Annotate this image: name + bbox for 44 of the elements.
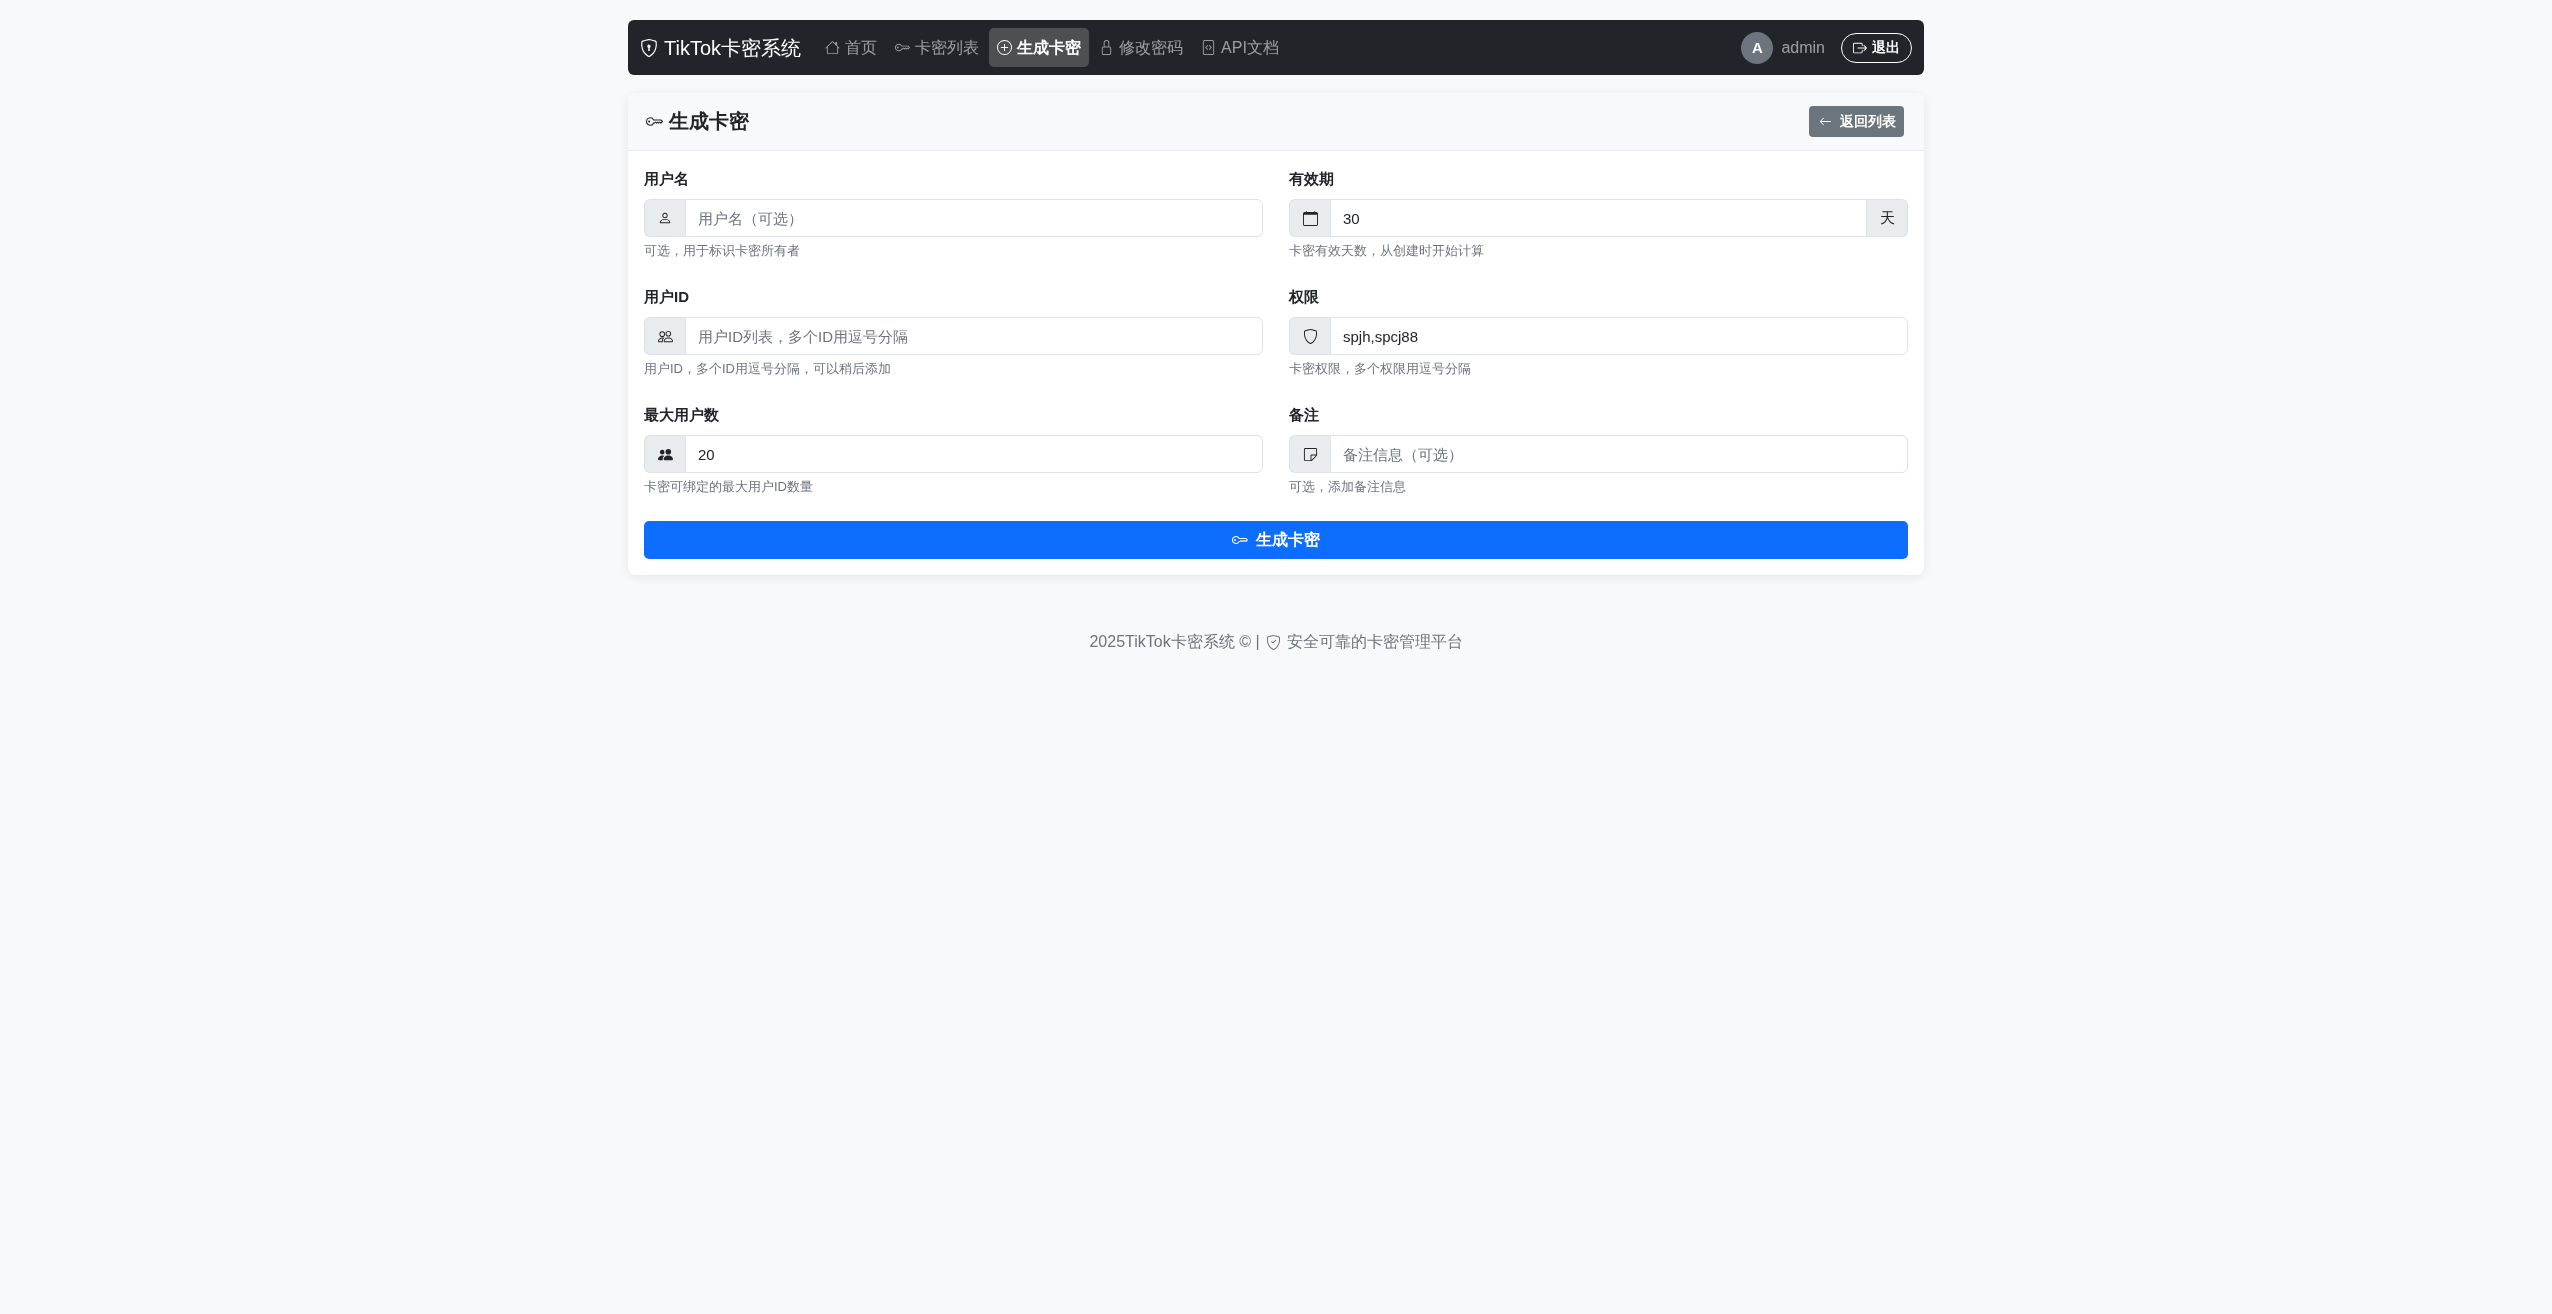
shield-lock-icon: [640, 38, 658, 57]
avatar: A: [1741, 31, 1774, 64]
help-text: 可选，添加备注信息: [1289, 478, 1407, 496]
people-icon: [657, 328, 673, 344]
note-icon: [1302, 446, 1318, 462]
help-text: 卡密权限，多个权限用逗号分隔: [1289, 360, 1472, 378]
input-field[interactable]: 20: [685, 435, 1263, 473]
help-text: 卡密可绑定的最大用户ID数量: [644, 478, 814, 496]
field-label: 最大用户数: [644, 405, 720, 425]
code-file-icon: [1201, 40, 1217, 55]
help-text: 卡密有效天数，从创建时开始计算: [1289, 242, 1485, 260]
brand-link[interactable]: TikTok卡密系统: [640, 33, 802, 62]
field-label: 用户名: [644, 169, 690, 189]
person-icon: [658, 211, 672, 225]
shield-check-icon: [1265, 634, 1281, 650]
arrow-left-icon: [1819, 115, 1832, 128]
copyright-text: 2025TikTok卡密系统 © |: [1089, 632, 1260, 652]
tagline-text: 安全可靠的卡密管理平台: [1286, 632, 1463, 652]
card-title: 生成卡密: [646, 108, 749, 135]
calendar-icon: [1302, 210, 1318, 226]
unit-addon: 天: [1867, 199, 1908, 237]
nav-link[interactable]: 生成卡密: [989, 28, 1090, 67]
input-field[interactable]: spjh,spcj88: [1330, 317, 1908, 355]
user-name: admin: [1781, 38, 1825, 57]
input-field[interactable]: 用户名（可选）: [685, 199, 1263, 237]
house-icon: [825, 40, 841, 55]
nav-link[interactable]: 首页: [817, 28, 886, 67]
help-text: 可选，用于标识卡密所有者: [644, 242, 801, 260]
input-field[interactable]: 30: [1330, 199, 1867, 237]
shield-icon: [1302, 328, 1318, 344]
field-label: 用户ID: [644, 287, 690, 307]
nav-link[interactable]: API文档: [1193, 28, 1287, 67]
generate-button[interactable]: 生成卡密: [644, 521, 1908, 559]
input-field[interactable]: 备注信息（可选）: [1330, 435, 1908, 473]
exit-arrow-icon: [1853, 40, 1867, 55]
help-text: 用户ID，多个ID用逗号分隔，可以稍后添加: [644, 360, 892, 378]
nav-link[interactable]: 卡密列表: [887, 28, 988, 67]
back-button[interactable]: 返回列表: [1809, 106, 1904, 137]
field-label: 备注: [1289, 405, 1320, 425]
input-field[interactable]: 用户ID列表，多个ID用逗号分隔: [685, 317, 1263, 355]
field-label: 有效期: [1289, 169, 1335, 189]
people-icon: [657, 446, 673, 462]
nav-link[interactable]: 修改密码: [1091, 28, 1192, 67]
field-label: 权限: [1289, 287, 1320, 307]
